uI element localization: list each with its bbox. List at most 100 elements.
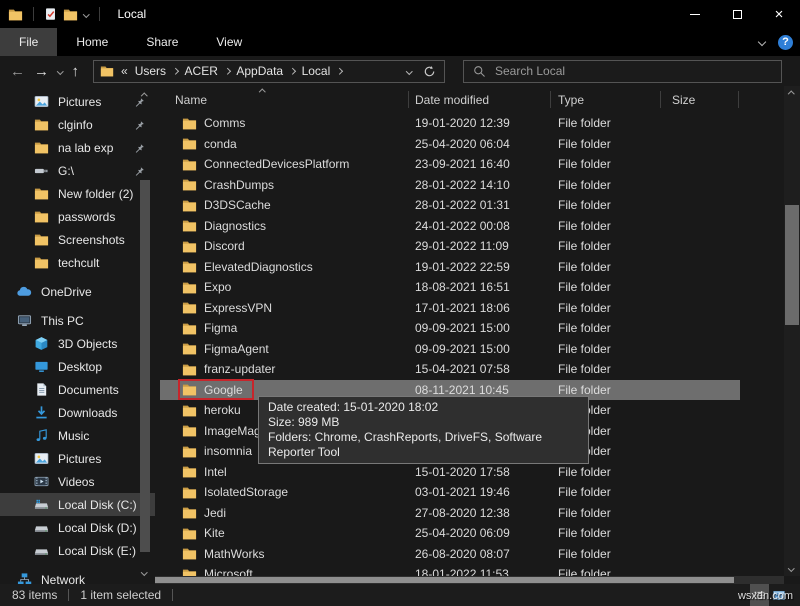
- breadcrumb-overflow[interactable]: «: [121, 64, 128, 78]
- qat-new-folder-icon[interactable]: [63, 7, 78, 22]
- minimize-button[interactable]: [674, 0, 716, 28]
- search-placeholder: Search Local: [495, 64, 565, 78]
- breadcrumb-chevron-icon[interactable]: [336, 68, 342, 74]
- sidebar-item-screenshots[interactable]: Screenshots: [0, 228, 155, 251]
- sidebar-item-this-pc[interactable]: This PC: [0, 309, 155, 332]
- file-row-intel[interactable]: Intel15-01-2020 17:58File folder: [160, 462, 740, 483]
- column-divider[interactable]: [408, 91, 409, 108]
- ribbon-expand-chevron-icon[interactable]: [758, 38, 766, 46]
- up-button[interactable]: ↑: [72, 64, 80, 79]
- file-row-elevateddiagnostics[interactable]: ElevatedDiagnostics19-01-2022 22:59File …: [160, 257, 740, 278]
- sidebar-item-3d-objects[interactable]: 3D Objects: [0, 332, 155, 355]
- folder-icon: [182, 198, 197, 213]
- sidebar-item-g[interactable]: G:\: [0, 159, 155, 182]
- breadcrumb-chevron-icon[interactable]: [172, 68, 178, 74]
- close-button[interactable]: ×: [758, 0, 800, 28]
- sidebar-scrollbar[interactable]: [139, 90, 151, 582]
- sidebar-item-local-disk-d[interactable]: Local Disk (D:): [0, 516, 155, 539]
- column-header-size[interactable]: Size: [672, 93, 695, 107]
- file-row-connecteddevicesplatform[interactable]: ConnectedDevicesPlatform23-09-2021 16:40…: [160, 154, 740, 175]
- horizontal-scrollbar[interactable]: [155, 576, 784, 584]
- disk-icon: [33, 520, 50, 535]
- help-icon[interactable]: ?: [778, 35, 793, 50]
- sidebar-item-documents[interactable]: Documents: [0, 378, 155, 401]
- sidebar-item-na-lab-exp[interactable]: na lab exp: [0, 136, 155, 159]
- sidebar-item-videos[interactable]: Videos: [0, 470, 155, 493]
- sidebar-item-clginfo[interactable]: clginfo: [0, 113, 155, 136]
- sidebar-item-desktop[interactable]: Desktop: [0, 355, 155, 378]
- navigation-bar: ← → ↑ « Users ACER AppData Local Search Loc…: [0, 56, 800, 86]
- qat-properties-icon[interactable]: [44, 7, 57, 21]
- folder-icon: [182, 218, 197, 233]
- column-header-date-modified[interactable]: Date modified: [415, 93, 489, 107]
- breadcrumb-chevron-icon[interactable]: [289, 68, 295, 74]
- sidebar-item-pictures[interactable]: Pictures: [0, 90, 155, 113]
- file-row-isolatedstorage[interactable]: IsolatedStorage03-01-2021 19:46File fold…: [160, 482, 740, 503]
- file-row-discord[interactable]: Discord29-01-2022 11:09File folder: [160, 236, 740, 257]
- onedrive-icon: [16, 286, 33, 297]
- tab-file[interactable]: File: [0, 28, 57, 56]
- recent-locations-chevron-icon[interactable]: [57, 68, 63, 74]
- file-row-diagnostics[interactable]: Diagnostics24-01-2022 00:08File folder: [160, 216, 740, 237]
- file-row-expressvpn[interactable]: ExpressVPN17-01-2021 18:06File folder: [160, 298, 740, 319]
- column-divider[interactable]: [660, 91, 661, 108]
- file-row-franz-updater[interactable]: franz-updater15-04-2021 07:58File folder: [160, 359, 740, 380]
- scroll-up-icon[interactable]: [788, 91, 794, 97]
- breadcrumb-segment-local[interactable]: Local: [302, 64, 331, 78]
- sidebar-scroll-down-icon[interactable]: [141, 569, 147, 575]
- column-header-name[interactable]: Name: [175, 93, 207, 107]
- vertical-scrollbar-thumb[interactable]: [785, 205, 799, 325]
- file-name-wrap: Expo: [180, 279, 240, 296]
- file-row-mathworks[interactable]: MathWorks26-08-2020 08:07File folder: [160, 544, 740, 565]
- sidebar-item-techcult[interactable]: techcult: [0, 251, 155, 274]
- sidebar-item-pictures[interactable]: Pictures: [0, 447, 155, 470]
- sidebar-item-downloads[interactable]: Downloads: [0, 401, 155, 424]
- sidebar-item-music[interactable]: Music: [0, 424, 155, 447]
- file-row-conda[interactable]: conda25-04-2020 06:04File folder: [160, 134, 740, 155]
- sidebar-scrollbar-thumb[interactable]: [140, 180, 150, 552]
- address-dropdown-chevron-icon[interactable]: [406, 68, 412, 74]
- address-bar[interactable]: « Users ACER AppData Local: [93, 60, 445, 83]
- sidebar-item-local-disk-c[interactable]: Local Disk (C:): [0, 493, 155, 516]
- sidebar-scroll-up-icon[interactable]: [141, 93, 147, 99]
- sidebar-item-passwords[interactable]: passwords: [0, 205, 155, 228]
- file-row-kite[interactable]: Kite25-04-2020 06:09File folder: [160, 523, 740, 544]
- app-folder-icon: [8, 7, 23, 22]
- file-size: [650, 544, 736, 565]
- file-size: [650, 113, 736, 134]
- sidebar-item-onedrive[interactable]: OneDrive: [0, 280, 155, 303]
- qat-customize-chevron-icon[interactable]: [83, 11, 89, 17]
- vertical-scrollbar[interactable]: [784, 86, 800, 576]
- file-row-figmaagent[interactable]: FigmaAgent09-09-2021 15:00File folder: [160, 339, 740, 360]
- folder-icon: [33, 209, 50, 224]
- column-divider[interactable]: [738, 91, 739, 108]
- file-type: File folder: [558, 318, 611, 339]
- file-row-jedi[interactable]: Jedi27-08-2020 12:38File folder: [160, 503, 740, 524]
- breadcrumb-segment-appdata[interactable]: AppData: [236, 64, 283, 78]
- sidebar-item-network[interactable]: Network: [0, 568, 155, 584]
- back-button[interactable]: ←: [10, 64, 25, 79]
- search-box[interactable]: Search Local: [463, 60, 782, 83]
- file-name-wrap: ConnectedDevicesPlatform: [180, 156, 358, 173]
- sidebar-item-new-folder-2[interactable]: New folder (2): [0, 182, 155, 205]
- tab-share[interactable]: Share: [127, 28, 197, 56]
- column-header-type[interactable]: Type: [558, 93, 584, 107]
- column-divider[interactable]: [550, 91, 551, 108]
- tab-view[interactable]: View: [197, 28, 261, 56]
- file-row-comms[interactable]: Comms19-01-2020 12:39File folder: [160, 113, 740, 134]
- file-row-d3dscache[interactable]: D3DSCache28-01-2022 01:31File folder: [160, 195, 740, 216]
- forward-button[interactable]: →: [34, 64, 49, 79]
- sidebar-item-local-disk-e[interactable]: Local Disk (E:): [0, 539, 155, 562]
- breadcrumb-segment-acer[interactable]: ACER: [185, 64, 218, 78]
- refresh-icon[interactable]: [423, 65, 436, 78]
- maximize-button[interactable]: [716, 0, 758, 28]
- file-size: [650, 318, 736, 339]
- breadcrumb-segment-users[interactable]: Users: [135, 64, 166, 78]
- breadcrumb-chevron-icon[interactable]: [224, 68, 230, 74]
- file-row-figma[interactable]: Figma09-09-2021 15:00File folder: [160, 318, 740, 339]
- file-row-crashdumps[interactable]: CrashDumps28-01-2022 14:10File folder: [160, 175, 740, 196]
- scroll-down-icon[interactable]: [788, 565, 794, 571]
- tab-home[interactable]: Home: [57, 28, 127, 56]
- file-row-expo[interactable]: Expo18-08-2021 16:51File folder: [160, 277, 740, 298]
- horizontal-scrollbar-thumb[interactable]: [155, 577, 734, 583]
